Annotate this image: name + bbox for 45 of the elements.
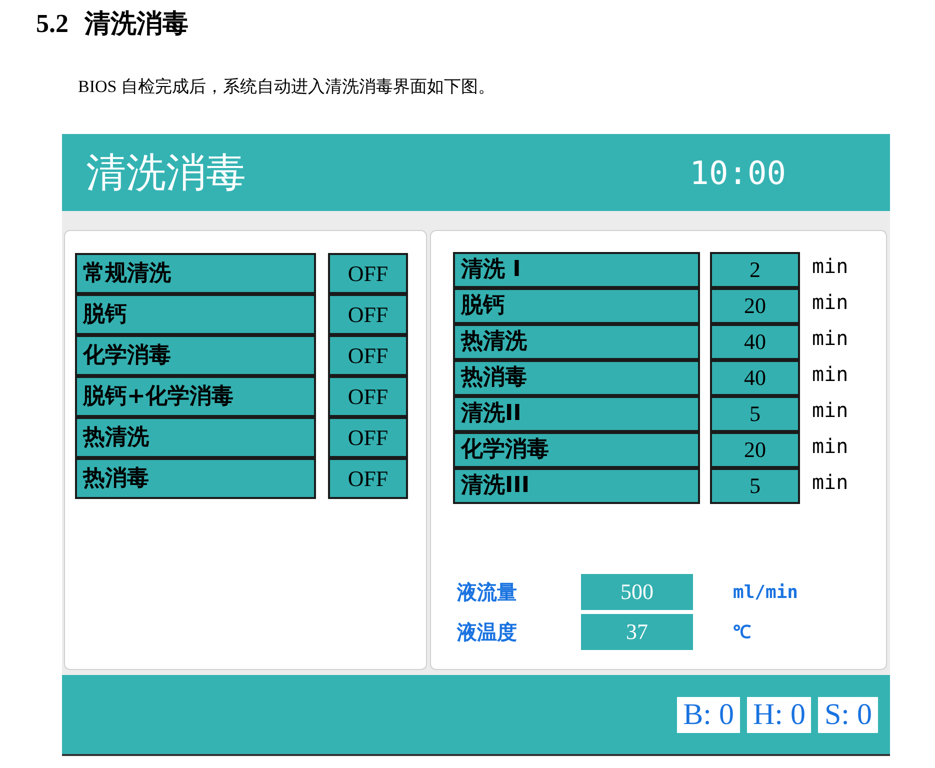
parameter-label: 液温度	[456, 619, 518, 646]
phase-label[interactable]: 脱钙	[453, 288, 700, 324]
unit-label: ℃	[733, 620, 751, 644]
screen-title: 清洗消毒	[86, 148, 246, 198]
phase-duration[interactable]: 5	[710, 468, 800, 504]
program-label[interactable]: 热清洗	[75, 417, 316, 458]
unit-label: min	[812, 253, 848, 280]
program-state[interactable]: OFF	[328, 335, 408, 376]
unit-label: ml/min	[733, 580, 798, 604]
clock-time: 10:00	[690, 152, 786, 194]
phase-label[interactable]: 化学消毒	[453, 432, 700, 468]
parameter-label: 液流量	[456, 579, 518, 606]
unit-label: min	[812, 433, 848, 460]
phase-label[interactable]: 清洗II	[453, 396, 700, 432]
phase-label[interactable]: 热消毒	[453, 360, 700, 396]
status-counter: B: 0	[677, 696, 740, 732]
status-counter: H: 0	[746, 696, 812, 732]
section-title: 清洗消毒	[84, 8, 188, 40]
program-state[interactable]: OFF	[328, 294, 408, 335]
program-label[interactable]: 热消毒	[75, 458, 316, 499]
phase-label[interactable]: 清洗III	[453, 468, 700, 504]
phase-duration[interactable]: 20	[710, 288, 800, 324]
program-label[interactable]: 化学消毒	[75, 335, 316, 376]
unit-label: min	[812, 397, 848, 424]
program-state[interactable]: OFF	[328, 417, 408, 458]
phase-duration[interactable]: 20	[710, 432, 800, 468]
phase-duration[interactable]: 5	[710, 396, 800, 432]
unit-label: min	[812, 469, 848, 496]
unit-label: min	[812, 289, 848, 316]
phase-label[interactable]: 热清洗	[453, 324, 700, 360]
program-state[interactable]: OFF	[328, 253, 408, 294]
phase-duration[interactable]: 40	[710, 324, 800, 360]
program-state[interactable]: OFF	[328, 458, 408, 499]
program-label[interactable]: 脱钙+化学消毒	[75, 376, 316, 417]
intro-text: BIOS 自检完成后，系统自动进入清洗消毒界面如下图。	[78, 77, 495, 96]
program-state[interactable]: OFF	[328, 376, 408, 417]
phase-duration[interactable]: 40	[710, 360, 800, 396]
program-label[interactable]: 常规清洗	[75, 253, 316, 294]
status-counter: S: 0	[818, 696, 878, 732]
phase-label[interactable]: 清洗 I	[453, 252, 700, 288]
phase-duration[interactable]: 2	[710, 252, 800, 288]
unit-label: min	[812, 361, 848, 388]
section-number: 5.2	[36, 8, 68, 40]
unit-label: min	[812, 325, 848, 352]
program-label[interactable]: 脱钙	[75, 294, 316, 335]
